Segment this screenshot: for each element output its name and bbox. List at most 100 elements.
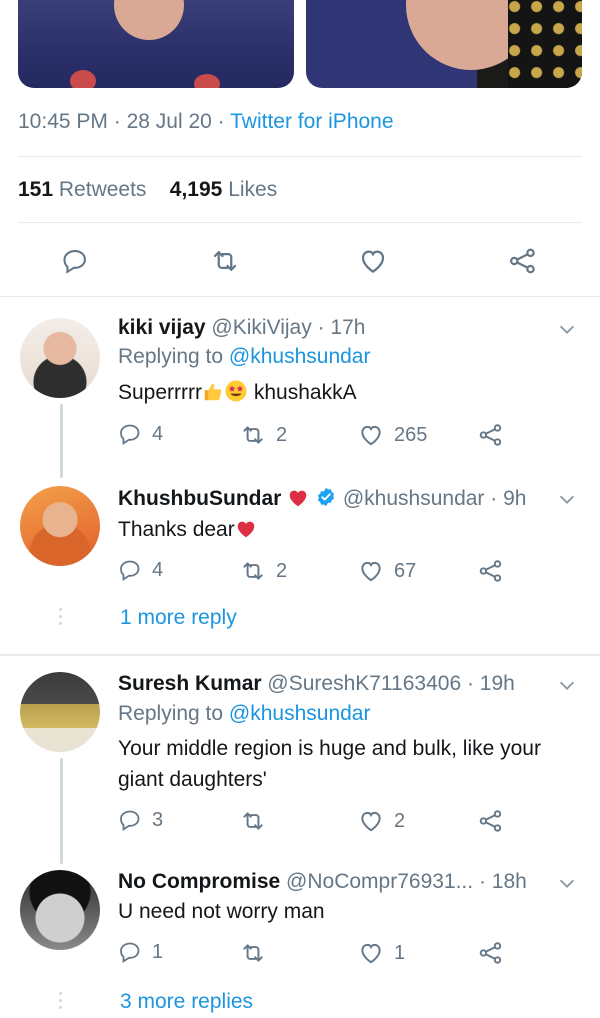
retweet-button[interactable] [208, 244, 242, 278]
reply-text-line: giant daughters' [118, 768, 267, 791]
reply-tweet[interactable]: kiki vijay @KikiVijay · 17h Replying to … [0, 298, 600, 468]
tweet-time: 10:45 PM [18, 110, 108, 133]
chevron-down-icon[interactable] [556, 488, 578, 510]
replying-to-handle[interactable]: @khushsundar [229, 702, 371, 725]
retweet-button[interactable]: 2 [240, 558, 287, 584]
display-name[interactable]: No Compromise [118, 870, 280, 893]
like-button[interactable] [356, 244, 390, 278]
heart-emoji [235, 518, 257, 540]
retweet-button[interactable]: 2 [240, 422, 287, 448]
chevron-down-icon[interactable] [556, 318, 578, 340]
reply-tweet[interactable]: Suresh Kumar @SureshK71163406 · 19h Repl… [0, 656, 600, 856]
retweet-icon [243, 426, 263, 444]
retweets-label: Retweets [58, 178, 147, 201]
thumbs-up-emoji [202, 381, 224, 403]
chevron-down-icon[interactable] [556, 872, 578, 894]
user-handle[interactable]: @NoCompr76931... [286, 870, 473, 893]
thread-connector [60, 404, 63, 478]
retweet-icon [243, 562, 263, 580]
like-icon [361, 425, 381, 446]
share-button[interactable] [478, 940, 504, 966]
replying-to-handle[interactable]: @khushsundar [229, 345, 371, 368]
avatar[interactable] [20, 486, 100, 566]
retweets-stat[interactable]: 151 Retweets [18, 178, 146, 201]
reply-button[interactable]: 4 [118, 422, 163, 446]
reply-count: 4 [152, 558, 164, 581]
like-button[interactable]: 265 [358, 422, 427, 448]
reply-time: · 17h [317, 316, 366, 339]
more-replies-link[interactable]: 3 more replies [120, 990, 253, 1014]
avatar[interactable] [20, 318, 100, 398]
photo-pattern [508, 0, 582, 88]
display-name[interactable]: kiki vijay [118, 316, 206, 339]
more-replies-link[interactable]: 1 more reply [120, 606, 237, 630]
reply-count: 1 [152, 940, 164, 963]
reply-tweet[interactable]: KhushbuSundar @khushsundar · 9h Thanks d… [0, 478, 600, 648]
retweet-button[interactable] [240, 808, 276, 834]
reply-button[interactable]: 3 [118, 808, 163, 832]
share-button[interactable] [478, 808, 504, 834]
retweet-count: 2 [276, 559, 288, 582]
reply-time: · 9h [490, 487, 527, 510]
like-count: 2 [394, 809, 406, 832]
tweet-source-link[interactable]: Twitter for iPhone [230, 110, 393, 133]
tweet-date: 28 Jul 20 [126, 110, 212, 133]
tweet-photo-1[interactable] [18, 0, 294, 88]
reply-action-bar: 4 2 67 [0, 558, 600, 588]
reply-count: 3 [152, 808, 164, 831]
retweets-count: 151 [18, 178, 54, 201]
display-name[interactable]: Suresh Kumar [118, 672, 262, 695]
reply-action-bar: 1 1 [0, 940, 600, 970]
tweet-action-bar [0, 240, 600, 284]
reply-header: Suresh Kumar @SureshK71163406 · 19h [118, 672, 515, 696]
retweet-icon [243, 944, 263, 962]
display-name[interactable]: KhushbuSundar [118, 487, 281, 510]
like-button[interactable]: 1 [358, 940, 405, 966]
like-button[interactable]: 67 [358, 558, 416, 584]
replying-to-label: Replying to [118, 345, 224, 368]
reply-text-part: U need not worry man [118, 900, 325, 923]
reply-button[interactable]: 4 [118, 558, 163, 582]
retweet-icon [213, 251, 237, 271]
share-button[interactable] [478, 422, 504, 448]
reply-text: Your middle region is huge and bulk, lik… [118, 733, 582, 795]
share-button[interactable] [478, 558, 504, 584]
thread-dots [59, 992, 63, 1013]
share-icon [479, 560, 502, 582]
star-eyes-emoji [224, 379, 248, 403]
like-count: 265 [394, 423, 428, 446]
user-handle[interactable]: @khushsundar [343, 487, 485, 510]
user-handle[interactable]: @KikiVijay [211, 316, 311, 339]
user-handle[interactable]: @SureshK71163406 [267, 672, 461, 695]
like-icon [361, 561, 381, 582]
likes-stat[interactable]: 4,195 Likes [170, 178, 277, 201]
share-button[interactable] [506, 244, 540, 278]
meta-separator: · [113, 110, 121, 133]
thread-connector [60, 758, 63, 864]
avatar[interactable] [20, 672, 100, 752]
retweet-button[interactable] [240, 940, 276, 966]
divider [18, 156, 582, 157]
reply-button[interactable]: 1 [118, 940, 163, 964]
reply-text-part: Superrrrr [118, 381, 203, 404]
like-button[interactable]: 2 [358, 808, 405, 834]
share-icon [510, 248, 535, 274]
reply-text-line: Your middle region is huge and bulk, lik… [118, 737, 541, 760]
reply-button[interactable] [58, 244, 92, 278]
reply-header: No Compromise @NoCompr76931... · 18h [118, 870, 527, 894]
share-icon [479, 942, 502, 964]
like-count: 67 [394, 559, 417, 582]
tweet-photo-2[interactable] [306, 0, 582, 88]
heart-emoji [287, 487, 309, 509]
tweet-stats: 151 Retweets 4,195 Likes [18, 178, 277, 202]
reply-text: Superrrrr khushakkA [118, 377, 582, 408]
reply-time: · 18h [478, 870, 527, 893]
chevron-down-icon[interactable] [556, 674, 578, 696]
reply-text: U need not worry man [118, 896, 582, 927]
reply-action-bar: 4 2 265 [0, 422, 600, 452]
reply-text-part: khushakkA [248, 381, 357, 404]
reply-icon [63, 250, 86, 274]
reply-tweet[interactable]: No Compromise @NoCompr76931... · 18h U n… [0, 864, 600, 1018]
avatar[interactable] [20, 870, 100, 950]
tweet-media[interactable] [0, 0, 600, 92]
